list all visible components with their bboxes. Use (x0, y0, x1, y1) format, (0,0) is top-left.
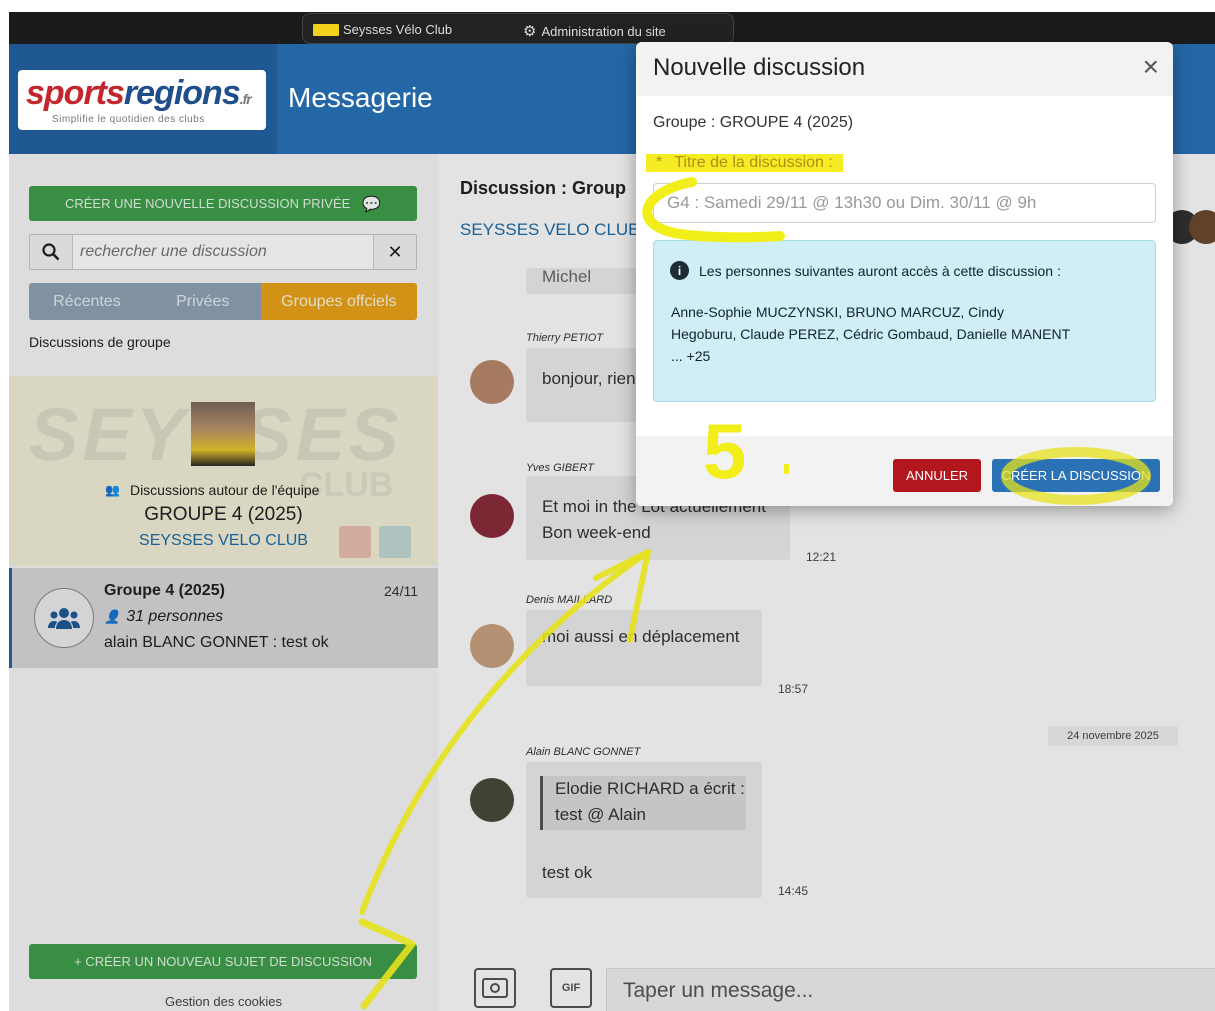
group-about: 👥 Discussions autour de l'équipe (105, 482, 319, 498)
conversation-item[interactable]: Groupe 4 (2025) 24/11 👤 31 personnes ala… (9, 568, 438, 668)
modal-footer: ANNULER CRÉER LA DISCUSSION (636, 436, 1173, 506)
admin-link[interactable]: ⚙ Administration du site (523, 22, 666, 40)
conversation-date: 24/11 (384, 583, 418, 599)
message-bubble: Elodie RICHARD a écrit : test @ Alain tes… (526, 762, 762, 898)
group-club-name[interactable]: SEYSSES VELO CLUB (9, 532, 438, 550)
group-users-icon (34, 588, 94, 648)
discussion-tabs: Récentes Privées Groupes offciels (29, 283, 417, 320)
search-bar: ✕ (29, 234, 417, 270)
message-author: Yves GIBERT (526, 462, 594, 474)
modal-header: Nouvelle discussion × (636, 42, 1173, 96)
author-avatar[interactable] (470, 494, 514, 538)
club-link-label: Seysses Vélo Club (343, 22, 453, 37)
modal-group-line: Groupe : GROUPE 4 (2025) (653, 114, 854, 131)
tab-recent[interactable]: Récentes (29, 283, 145, 320)
message-time: 12:21 (806, 550, 837, 564)
team-icon: 👥 (105, 483, 120, 497)
gear-icon: ⚙ (523, 23, 537, 40)
message-time: 18:57 (778, 682, 809, 696)
conversation-member-count: 👤 31 personnes (104, 608, 224, 625)
recipients-info-box: i Les personnes suivantes auront accès à… (653, 240, 1156, 402)
cancel-button[interactable]: ANNULER (893, 459, 981, 492)
logo-tagline: Simplifie le quotidien des clubs (52, 114, 205, 125)
new-discussion-modal: Nouvelle discussion × Groupe : GROUPE 4 … (636, 42, 1173, 506)
quoted-message: Elodie RICHARD a écrit : test @ Alain (540, 776, 746, 830)
topbar-pill: Seysses Vélo Club ⚙ Administration du si… (302, 13, 734, 44)
logo-area: sportsregions.fr Simplifie le quotidien … (9, 44, 277, 154)
group-avatar (191, 402, 255, 466)
discussion-club[interactable]: SEYSSES VELO CLUB (460, 220, 640, 240)
discussion-title: Discussion : Group (460, 178, 627, 198)
close-icon[interactable]: × (1143, 52, 1159, 82)
recipients-list: Anne-Sophie MUCZYNSKI, BRUNO MARCUZ, Cin… (671, 304, 1071, 364)
message-text: bonjour, rien (542, 369, 636, 388)
message-time: 14:45 (778, 884, 809, 898)
club-link[interactable]: Seysses Vélo Club (313, 22, 452, 37)
message-text: Michel (542, 267, 592, 286)
cookie-settings-link[interactable]: Gestion des cookies (9, 994, 438, 1009)
date-separator: 24 novembre 2025 (1048, 726, 1178, 746)
group-name: GROUPE 4 (2025) (144, 504, 303, 525)
app-window: Seysses Vélo Club ⚙ Administration du si… (9, 12, 1215, 1011)
section-label: Discussions de groupe (29, 334, 171, 350)
new-private-discussion-label: CRÉER UNE NOUVELLE DISCUSSION PRIVÉE (64, 196, 351, 211)
group-about-label: Discussions autour de l'équipe (129, 482, 320, 498)
admin-link-label: Administration du site (541, 23, 666, 39)
chat-bubbles-icon: 💬 (362, 195, 382, 213)
member-avatar[interactable] (1189, 210, 1215, 244)
message-text: moi aussi en déplacement (542, 627, 740, 646)
tab-official-groups[interactable]: Groupes offciels (260, 283, 417, 320)
sportsregions-logo[interactable]: sportsregions.fr Simplifie le quotidien … (18, 70, 266, 130)
discussion-title-input[interactable] (653, 183, 1156, 223)
page: Seysses Vélo Club ⚙ Administration du si… (0, 0, 1215, 1011)
author-avatar[interactable] (470, 360, 514, 404)
search-icon[interactable] (30, 235, 73, 269)
message-text: test ok (542, 863, 593, 882)
conversation-last-message: alain BLANC GONNET : test ok (104, 634, 329, 651)
new-topic-button[interactable]: + CRÉER UN NOUVEAU SUJET DE DISCUSSION (29, 944, 417, 979)
message-author: Thierry PETIOT (526, 332, 604, 344)
club-logo-icon (313, 23, 339, 36)
page-title: Messagerie (288, 82, 433, 113)
gif-icon[interactable]: GIF (550, 968, 592, 1008)
new-private-discussion-button[interactable]: CRÉER UNE NOUVELLE DISCUSSION PRIVÉE 💬 (29, 186, 417, 221)
person-icon: 👤 (104, 609, 121, 624)
discussion-title-label: * Titre de la discussion : (646, 154, 843, 172)
admin-topbar: Seysses Vélo Club ⚙ Administration du si… (9, 12, 1215, 44)
group-card[interactable]: SEYSSES CLUB 👥 Discussions autour de l'é… (9, 376, 438, 566)
author-avatar[interactable] (470, 624, 514, 668)
create-discussion-button[interactable]: CRÉER LA DISCUSSION (992, 459, 1160, 492)
conversation-title: Groupe 4 (2025) (104, 582, 225, 599)
author-avatar[interactable] (470, 778, 514, 822)
tab-private[interactable]: Privées (144, 283, 261, 320)
message-bubble: moi aussi en déplacement (526, 610, 762, 686)
logo-text: sportsregions.fr (26, 74, 252, 112)
clear-search-icon[interactable]: ✕ (373, 235, 416, 269)
required-star: * (656, 154, 663, 171)
search-input[interactable] (80, 241, 360, 263)
message-author: Denis MAILLARD (526, 594, 613, 606)
message-input[interactable]: Taper un message... (606, 968, 1215, 1011)
image-upload-icon[interactable] (474, 968, 516, 1008)
recipients-info-heading: i Les personnes suivantes auront accès à… (670, 261, 1061, 280)
info-icon: i (670, 261, 689, 280)
modal-title: Nouvelle discussion (653, 54, 866, 81)
message-author: Alain BLANC GONNET (526, 746, 641, 758)
sidebar: CRÉER UNE NOUVELLE DISCUSSION PRIVÉE 💬 ✕… (9, 154, 438, 1011)
